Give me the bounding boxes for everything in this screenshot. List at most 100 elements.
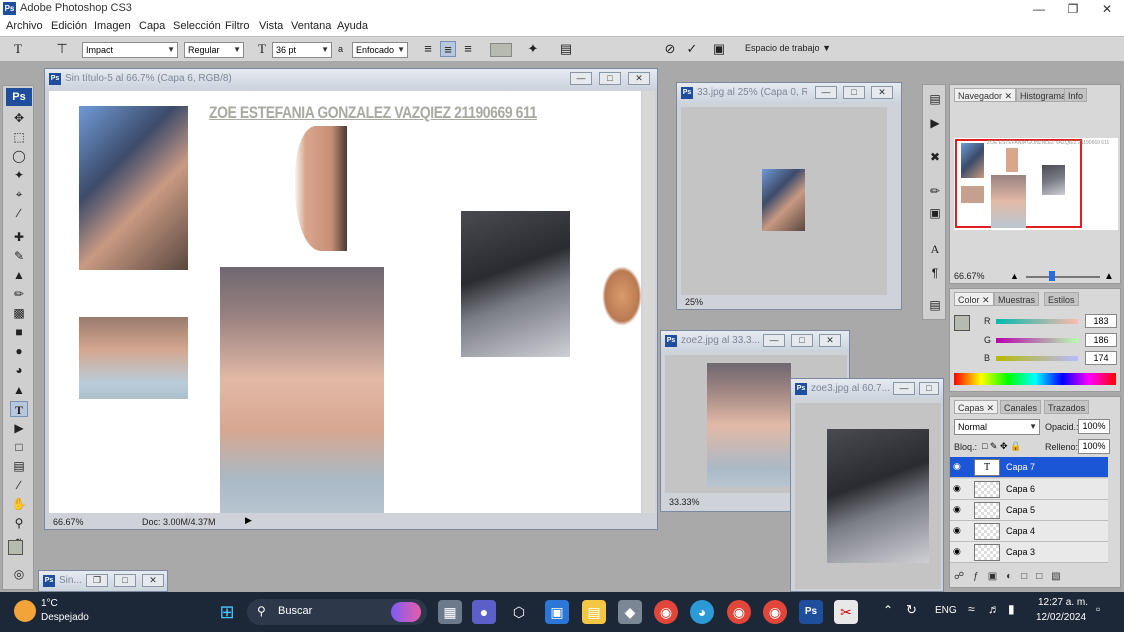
roblox-icon[interactable]: ◆	[618, 600, 642, 624]
visibility-eye-icon[interactable]: ◉	[953, 504, 961, 515]
bridge-icon[interactable]: ▣	[711, 41, 727, 57]
document-titlebar[interactable]: Ps 33.jpg al 25% (Capa 0, R... — □ ✕	[677, 83, 901, 103]
hand-tool-icon[interactable]: ✋	[10, 496, 28, 512]
doc-maximize-button[interactable]: □	[919, 382, 939, 395]
lock-icons[interactable]: □ ✎ ✥ 🔒	[982, 441, 1021, 452]
text-color-swatch[interactable]	[490, 43, 512, 57]
brush-tool-icon[interactable]: ✎	[10, 248, 28, 264]
gradient-tool-icon[interactable]: ■	[10, 324, 28, 340]
tab-canales[interactable]: Canales	[1000, 400, 1042, 414]
weather-temp[interactable]: 1°C	[41, 598, 58, 609]
doc-maximize-button[interactable]: □	[114, 574, 136, 587]
close-button[interactable]: ✕	[1090, 0, 1124, 18]
doc-restore-button[interactable]: ❐	[86, 574, 108, 587]
clone-stamp-icon[interactable]: ▲	[10, 267, 28, 283]
status-menu-arrow-icon[interactable]: ▶	[245, 515, 257, 527]
document-titlebar[interactable]: Ps Sin... ❐ □ ✕	[39, 571, 167, 591]
menu-archivo[interactable]: Archivo	[6, 20, 43, 32]
minimize-button[interactable]: —	[1022, 0, 1056, 18]
clone-source-icon[interactable]: ▣	[926, 205, 944, 221]
canvas[interactable]: ZOE ESTEFANIA GONZALEZ VAZQIEZ 21190669 …	[49, 91, 641, 513]
virtualbox-icon[interactable]: ⬡	[507, 600, 531, 624]
canvas-area[interactable]	[681, 107, 887, 295]
character-panel-icon[interactable]: ▤	[558, 41, 574, 57]
doc-close-button[interactable]: ✕	[142, 574, 164, 587]
dodge-tool-icon[interactable]: ◕	[10, 362, 28, 378]
canvas-text-layer[interactable]: ZOE ESTEFANIA GONZALEZ VAZQIEZ 21190669 …	[209, 103, 537, 123]
store-icon[interactable]: ▣	[545, 600, 569, 624]
doc-maximize-button[interactable]: □	[791, 334, 813, 347]
healing-brush-icon[interactable]: ✚	[10, 229, 28, 245]
visibility-eye-icon[interactable]: ◉	[953, 546, 961, 557]
chrome-profile-icon[interactable]: ◉	[727, 600, 751, 624]
history-brush-icon[interactable]: ✏	[10, 286, 28, 302]
zoom-level[interactable]: 25%	[685, 297, 703, 307]
tab-histograma[interactable]: Histograma	[1016, 88, 1071, 102]
doc-close-button[interactable]: ✕	[819, 334, 841, 347]
doc-close-button[interactable]: ✕	[628, 72, 650, 85]
r-slider[interactable]	[996, 319, 1078, 324]
zoom-level[interactable]: 33.33%	[669, 497, 700, 507]
notifications-icon[interactable]: ▫	[1096, 602, 1100, 616]
eyedropper-icon[interactable]: ∕	[10, 477, 28, 493]
quick-mask-icon[interactable]: ◎	[10, 566, 28, 582]
sync-icon[interactable]: ↻	[906, 602, 917, 618]
menu-edicion[interactable]: Edición	[51, 20, 87, 32]
layer-actions-bar[interactable]: ☍ƒ▣◐□□▧	[954, 571, 1070, 582]
text-orientation-icon[interactable]: ⊤	[54, 41, 70, 57]
menu-seleccion[interactable]: Selección	[173, 20, 221, 32]
menu-capa[interactable]: Capa	[139, 20, 165, 32]
navigator-preview[interactable]: ZOE ESTEFANIA GONZALEZ VAZQIEZ 21190669 …	[954, 138, 1118, 230]
actions-panel-icon[interactable]: ▶	[926, 115, 944, 131]
align-right-icon[interactable]: ≡	[460, 41, 476, 57]
tab-color[interactable]: Color ✕	[954, 292, 994, 306]
brushes-panel-icon[interactable]: ✏	[926, 183, 944, 199]
restore-button[interactable]: ❐	[1056, 0, 1090, 18]
cancel-edit-icon[interactable]: ⊘	[662, 41, 678, 57]
doc-maximize-button[interactable]: □	[599, 72, 621, 85]
doc-minimize-button[interactable]: —	[763, 334, 785, 347]
battery-icon[interactable]: ▮	[1008, 602, 1015, 616]
align-center-icon[interactable]: ≡	[440, 41, 456, 57]
eraser-tool-icon[interactable]: ▩	[10, 305, 28, 321]
g-value-input[interactable]: 186	[1085, 333, 1117, 347]
align-left-icon[interactable]: ≡	[420, 41, 436, 57]
b-value-input[interactable]: 174	[1085, 351, 1117, 365]
warp-text-icon[interactable]: ✦	[525, 41, 541, 57]
workspace-menu[interactable]: Espacio de trabajo ▼	[745, 43, 831, 53]
paragraph-panel-icon[interactable]: ¶	[926, 265, 944, 281]
clock-date[interactable]: 12/02/2024	[1036, 612, 1086, 623]
antialias-select[interactable]: Enfocado ▼	[352, 42, 408, 58]
clock-time[interactable]: 12:27 a. m.	[1038, 597, 1088, 608]
wifi-icon[interactable]: ≈	[968, 602, 975, 616]
visibility-eye-icon[interactable]: ◉	[953, 461, 961, 472]
canvas-area[interactable]	[795, 403, 941, 589]
visibility-eye-icon[interactable]: ◉	[953, 525, 961, 536]
menu-filtro[interactable]: Filtro	[225, 20, 249, 32]
path-selection-icon[interactable]: ▶	[10, 420, 28, 436]
foreground-swatch[interactable]	[954, 315, 970, 331]
fill-input[interactable]: 100%	[1078, 439, 1110, 454]
blend-mode-select[interactable]: Normal ▼	[954, 419, 1040, 435]
notes-tool-icon[interactable]: ▤	[10, 458, 28, 474]
g-slider[interactable]	[996, 338, 1078, 343]
layer-row[interactable]: ◉ Capa 4	[950, 521, 1108, 542]
type-tool-preset-icon[interactable]: T	[10, 41, 26, 57]
task-view-icon[interactable]: ▦	[438, 600, 462, 624]
tab-estilos[interactable]: Estilos	[1044, 292, 1079, 306]
opacity-input[interactable]: 100%	[1078, 419, 1110, 434]
zoom-level[interactable]: 66.67%	[53, 517, 84, 527]
doc-minimize-button[interactable]: —	[570, 72, 592, 85]
crop-tool-icon[interactable]: ⌖	[10, 186, 28, 202]
menu-ventana[interactable]: Ventana	[291, 20, 331, 32]
r-value-input[interactable]: 183	[1085, 314, 1117, 328]
marquee-tool-icon[interactable]: ⬚	[10, 129, 28, 145]
slice-tool-icon[interactable]: ∕	[10, 205, 28, 221]
tab-navegador[interactable]: Navegador ✕	[954, 88, 1017, 102]
visibility-eye-icon[interactable]: ◉	[953, 483, 961, 494]
tab-trazados[interactable]: Trazados	[1044, 400, 1090, 414]
menu-ayuda[interactable]: Ayuda	[337, 20, 368, 32]
zoom-in-icon[interactable]: ▲	[1104, 271, 1114, 282]
document-titlebar[interactable]: Ps zoe3.jpg al 60.7... — □	[791, 379, 943, 399]
document-window-minimized[interactable]: Ps Sin... ❐ □ ✕	[38, 570, 168, 592]
